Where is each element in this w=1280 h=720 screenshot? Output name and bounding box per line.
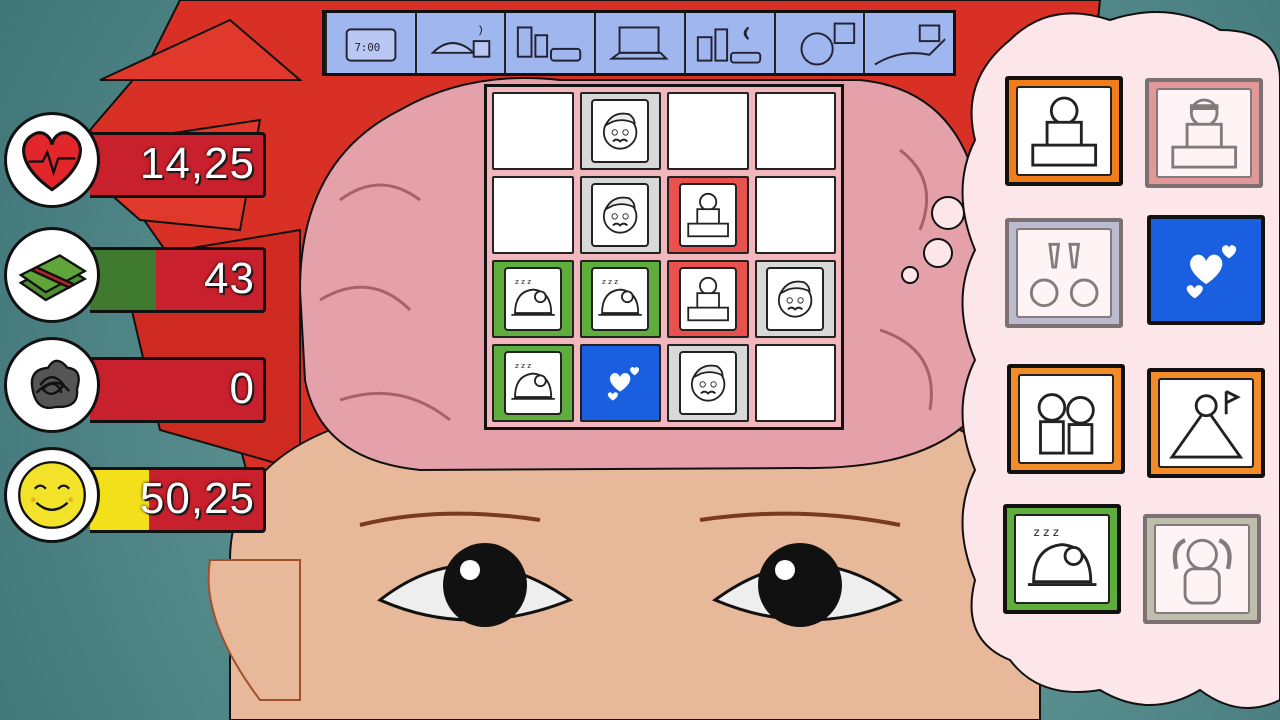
sleeping-chair-icon: z z z — [1013, 514, 1111, 604]
grid-cell-worry[interactable] — [579, 176, 661, 254]
timeline-segment-5 — [683, 13, 774, 73]
activity-card-family[interactable] — [1007, 364, 1125, 474]
svg-text:z z z: z z z — [515, 362, 531, 371]
hearts-icon — [593, 353, 648, 413]
thought-bubble: z z z — [960, 0, 1280, 700]
stat-health: 14,25 — [0, 110, 270, 210]
grid-cell-empty[interactable] — [754, 176, 836, 254]
timeline-segment-6 — [773, 13, 864, 73]
party-toast-icon — [1015, 228, 1113, 318]
grid-cell-work[interactable] — [667, 176, 749, 254]
timeline-segment-1: 7:00 — [325, 13, 415, 73]
svg-text:z z z: z z z — [515, 278, 531, 287]
stress-value: 0 — [229, 364, 255, 413]
activity-card-sleep[interactable]: z z z — [1003, 504, 1121, 614]
activity-card-work-sad[interactable] — [1145, 78, 1263, 188]
stat-happiness: 50,25 — [0, 445, 270, 545]
family-portrait-icon — [1017, 374, 1115, 464]
grid-cell-work[interactable] — [667, 260, 749, 338]
svg-text:z z z: z z z — [1033, 525, 1058, 539]
grid-cell-sleep[interactable]: z z z — [579, 260, 661, 338]
scribble-cloud-icon — [4, 337, 100, 433]
worry-face-icon — [766, 267, 825, 331]
heart-icon — [4, 112, 100, 208]
activity-card-adventure[interactable] — [1147, 368, 1265, 478]
grid-cell-worry[interactable] — [754, 260, 836, 338]
grid-cell-love[interactable] — [579, 344, 661, 422]
grid-cell-sleep[interactable]: z z z — [492, 344, 574, 422]
stress-bar: 0 — [90, 357, 266, 423]
health-value: 14,25 — [139, 139, 255, 188]
grid-cell-empty[interactable] — [492, 176, 574, 254]
timeline-segment-2 — [414, 13, 505, 73]
grid-cell-empty[interactable] — [754, 344, 836, 422]
work-desk-icon — [678, 267, 737, 331]
health-bar: 14,25 — [90, 132, 266, 198]
activity-card-love[interactable] — [1147, 215, 1265, 325]
worry-face-icon — [591, 99, 650, 163]
money-stack-icon — [4, 227, 100, 323]
activity-card-strength[interactable] — [1143, 514, 1261, 624]
mountain-climb-icon — [1157, 378, 1255, 468]
happiness-bar: 50,25 — [90, 467, 266, 533]
work-desk-icon — [1015, 86, 1113, 176]
timeline-segment-4 — [594, 13, 684, 73]
money-bar: 43 — [90, 247, 266, 313]
stat-stress: 0 — [0, 335, 270, 435]
money-bar-fill — [90, 250, 156, 310]
happiness-value: 50,25 — [139, 474, 255, 523]
sleeping-chair-icon: z z z — [503, 351, 562, 415]
money-value: 43 — [204, 254, 255, 303]
worry-face-icon — [678, 351, 737, 415]
activity-card-work[interactable] — [1005, 76, 1123, 186]
stat-money: 43 — [0, 225, 270, 325]
worry-face-icon — [591, 183, 650, 247]
smiley-face-icon — [4, 447, 100, 543]
svg-text:7:00: 7:00 — [354, 41, 380, 54]
sleeping-chair-icon: z z z — [503, 267, 562, 331]
activity-card-party[interactable] — [1005, 218, 1123, 328]
grid-cell-empty[interactable] — [667, 92, 749, 170]
muscle-flex-icon — [1153, 524, 1251, 614]
timeline-segment-3 — [504, 13, 595, 73]
sleeping-chair-icon: z z z — [591, 267, 650, 331]
svg-text:z z z: z z z — [602, 278, 618, 287]
grid-cell-empty[interactable] — [754, 92, 836, 170]
brain-grid[interactable]: z z z z z z z z z — [484, 84, 844, 430]
grid-cell-sleep[interactable]: z z z — [492, 260, 574, 338]
grid-cell-worry[interactable] — [579, 92, 661, 170]
hearts-icon — [1159, 227, 1253, 313]
grid-cell-worry[interactable] — [667, 344, 749, 422]
day-timeline: 7:00 — [322, 10, 956, 76]
grid-cell-empty[interactable] — [492, 92, 574, 170]
timeline-segment-7 — [863, 13, 954, 73]
sad-work-icon — [1155, 88, 1253, 178]
work-desk-icon — [678, 183, 737, 247]
